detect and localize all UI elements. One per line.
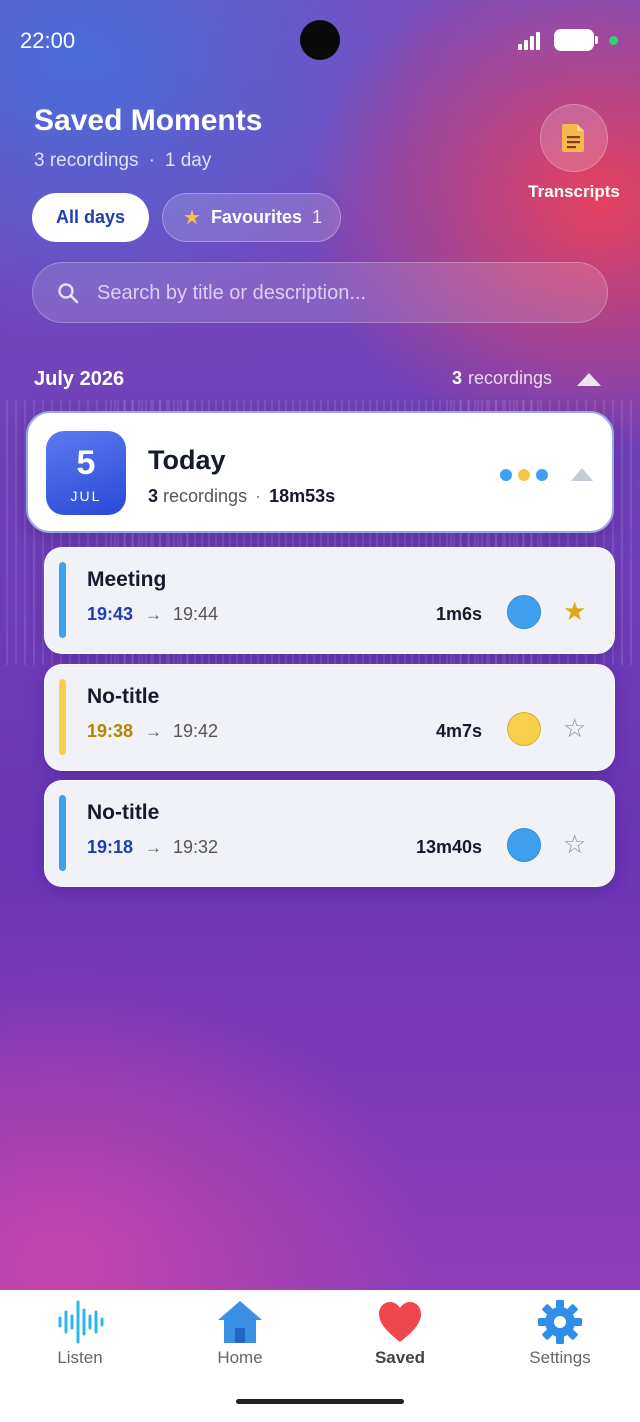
home-indicator	[236, 1399, 404, 1404]
home-icon	[218, 1301, 262, 1343]
status-time: 22:00	[20, 28, 76, 53]
recording-card[interactable]: Meeting 19:43 → 19:44 1m6s ★	[44, 547, 615, 654]
favourite-star-icon[interactable]: ☆	[563, 831, 586, 857]
month-group-label: July 2026	[34, 368, 125, 390]
search-icon	[58, 283, 79, 304]
favourite-star-icon[interactable]: ☆	[563, 715, 586, 741]
recording-accent-bar	[59, 679, 66, 755]
recording-accent-bar	[59, 562, 66, 638]
recording-card[interactable]: No-title 19:18 → 19:32 13m40s ☆	[44, 780, 615, 887]
filter-all-days[interactable]: All days	[32, 193, 149, 242]
camera-cutout	[300, 20, 340, 60]
days-count: 1 day	[164, 150, 212, 171]
arrow-icon: →	[145, 605, 162, 624]
signal-icon	[518, 30, 546, 50]
color-tag-button[interactable]	[507, 712, 541, 746]
favourites-label: Favourites	[210, 207, 302, 227]
color-dot	[536, 469, 548, 481]
favourite-star-icon[interactable]: ★	[563, 598, 586, 624]
recording-title: No-title	[87, 801, 160, 824]
search-placeholder: Search by title or description...	[97, 282, 367, 304]
recording-card[interactable]: No-title 19:38 → 19:42 4m7s ☆	[44, 664, 615, 771]
nav-listen[interactable]: Listen	[0, 1290, 160, 1390]
day-group-card[interactable]: 5 JUL Today 3 recordings · 18m53s	[26, 411, 614, 533]
favourites-count: 1	[311, 207, 322, 227]
day-duration: 18m53s	[269, 486, 336, 506]
recordings-count: 3 recordings	[34, 150, 139, 171]
recording-duration: 13m40s	[415, 837, 482, 857]
recording-duration: 1m6s	[435, 604, 482, 624]
transcripts-button[interactable]	[540, 104, 608, 172]
day-title: Today	[148, 445, 226, 475]
color-dot	[518, 469, 530, 481]
arrow-icon: →	[145, 722, 162, 741]
recording-title: No-title	[87, 685, 160, 708]
filter-favourites[interactable]: ★ Favourites 1	[162, 193, 341, 242]
document-icon	[562, 124, 584, 152]
privacy-indicator-dot	[609, 36, 618, 45]
search-input[interactable]: Search by title or description...	[32, 262, 608, 323]
day-count-suffix: recordings	[163, 486, 248, 506]
day-count: 3	[148, 486, 159, 506]
page-title: Saved Moments	[34, 104, 263, 137]
recording-end-time: 19:44	[173, 604, 219, 624]
page-subtitle: 3 recordings · 1 day	[34, 150, 211, 172]
recording-start-time: 19:43	[87, 604, 134, 624]
day-summary: 3 recordings · 18m53s	[148, 486, 335, 507]
separator: ·	[255, 486, 262, 506]
color-tag-button[interactable]	[507, 595, 541, 629]
date-day: 5	[76, 444, 96, 482]
separator: ·	[148, 150, 155, 171]
waveform-icon	[58, 1300, 104, 1344]
star-icon: ★	[183, 207, 201, 229]
collapse-day-icon[interactable]	[569, 466, 595, 482]
nav-saved[interactable]: Saved	[320, 1290, 480, 1390]
date-badge: 5 JUL	[46, 431, 126, 515]
nav-label: Settings	[529, 1348, 591, 1367]
recording-start-time: 19:38	[87, 721, 134, 741]
month-count-suffix: recordings	[468, 368, 553, 388]
nav-label: Saved	[374, 1348, 426, 1367]
gear-icon	[538, 1300, 582, 1344]
recording-duration: 4m7s	[435, 721, 482, 741]
recording-end-time: 19:42	[173, 721, 219, 741]
arrow-icon: →	[145, 838, 162, 857]
bottom-nav: Listen Home Saved Settings	[0, 1290, 640, 1422]
battery-icon	[554, 29, 598, 51]
recording-start-time: 19:18	[87, 837, 134, 857]
status-bar: 22:00	[0, 0, 640, 80]
nav-label: Home	[217, 1348, 263, 1367]
color-tag-button[interactable]	[507, 828, 541, 862]
recording-title: Meeting	[87, 568, 167, 591]
color-dots	[500, 468, 554, 486]
transcripts-label: Transcripts	[528, 182, 620, 201]
collapse-month-icon[interactable]	[575, 371, 603, 387]
month-count-number: 3	[452, 368, 463, 388]
nav-label: Listen	[57, 1348, 103, 1367]
recording-accent-bar	[59, 795, 66, 871]
month-group-count: 3 recordings	[452, 368, 552, 389]
heart-icon	[379, 1302, 421, 1342]
nav-settings[interactable]: Settings	[480, 1290, 640, 1390]
color-dot	[500, 469, 512, 481]
recording-end-time: 19:32	[173, 837, 219, 857]
date-month: JUL	[70, 488, 102, 504]
nav-home[interactable]: Home	[160, 1290, 320, 1390]
